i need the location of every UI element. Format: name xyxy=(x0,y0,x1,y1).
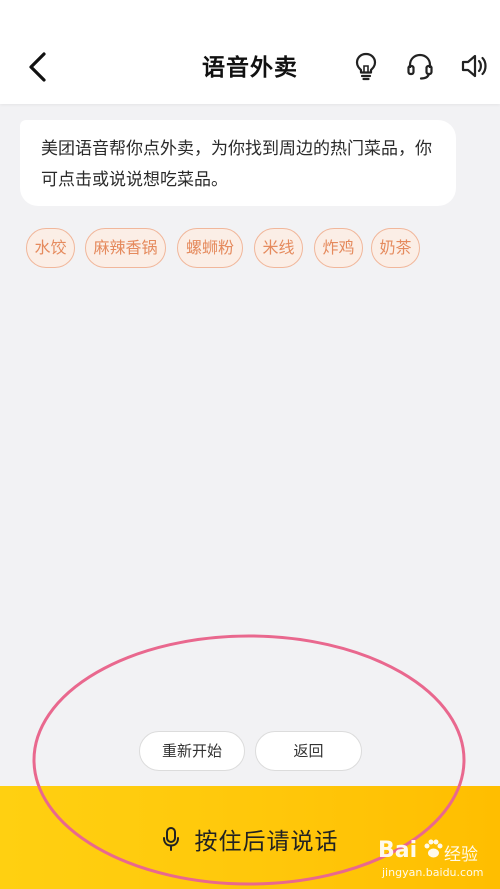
assistant-message-bubble: 美团语音帮你点外卖，为你找到周边的热门菜品，你可点击或说说想吃菜品。 xyxy=(20,120,456,206)
suggestion-chip[interactable]: 麻辣香锅 xyxy=(85,228,166,268)
watermark-name: 经验 xyxy=(444,845,478,865)
app-header: 语音外卖 xyxy=(0,0,500,104)
suggestion-chip[interactable]: 米线 xyxy=(254,228,303,268)
lightbulb-icon[interactable] xyxy=(351,51,381,81)
watermark-url: jingyan.baidu.com xyxy=(382,866,484,879)
assistant-message-text: 美团语音帮你点外卖，为你找到周边的热门菜品，你可点击或说说想吃菜品。 xyxy=(41,139,432,190)
suggestion-chip[interactable]: 奶茶 xyxy=(371,228,420,268)
microphone-icon xyxy=(163,827,180,851)
headset-icon[interactable] xyxy=(405,51,435,81)
suggestion-chip[interactable]: 炸鸡 xyxy=(314,228,363,268)
speaker-icon[interactable] xyxy=(459,51,489,81)
paw-icon xyxy=(424,839,443,858)
suggestion-chip[interactable]: 螺蛳粉 xyxy=(177,228,243,268)
suggestion-chip[interactable]: 水饺 xyxy=(26,228,75,268)
hold-to-talk-label: 按住后请说话 xyxy=(194,829,339,855)
baidu-jingyan-watermark: Bai 经验 jingyan.baidu.com xyxy=(378,836,496,886)
restart-button[interactable]: 重新开始 xyxy=(139,731,245,771)
watermark-logo: Bai xyxy=(378,838,418,863)
return-button[interactable]: 返回 xyxy=(255,731,362,771)
